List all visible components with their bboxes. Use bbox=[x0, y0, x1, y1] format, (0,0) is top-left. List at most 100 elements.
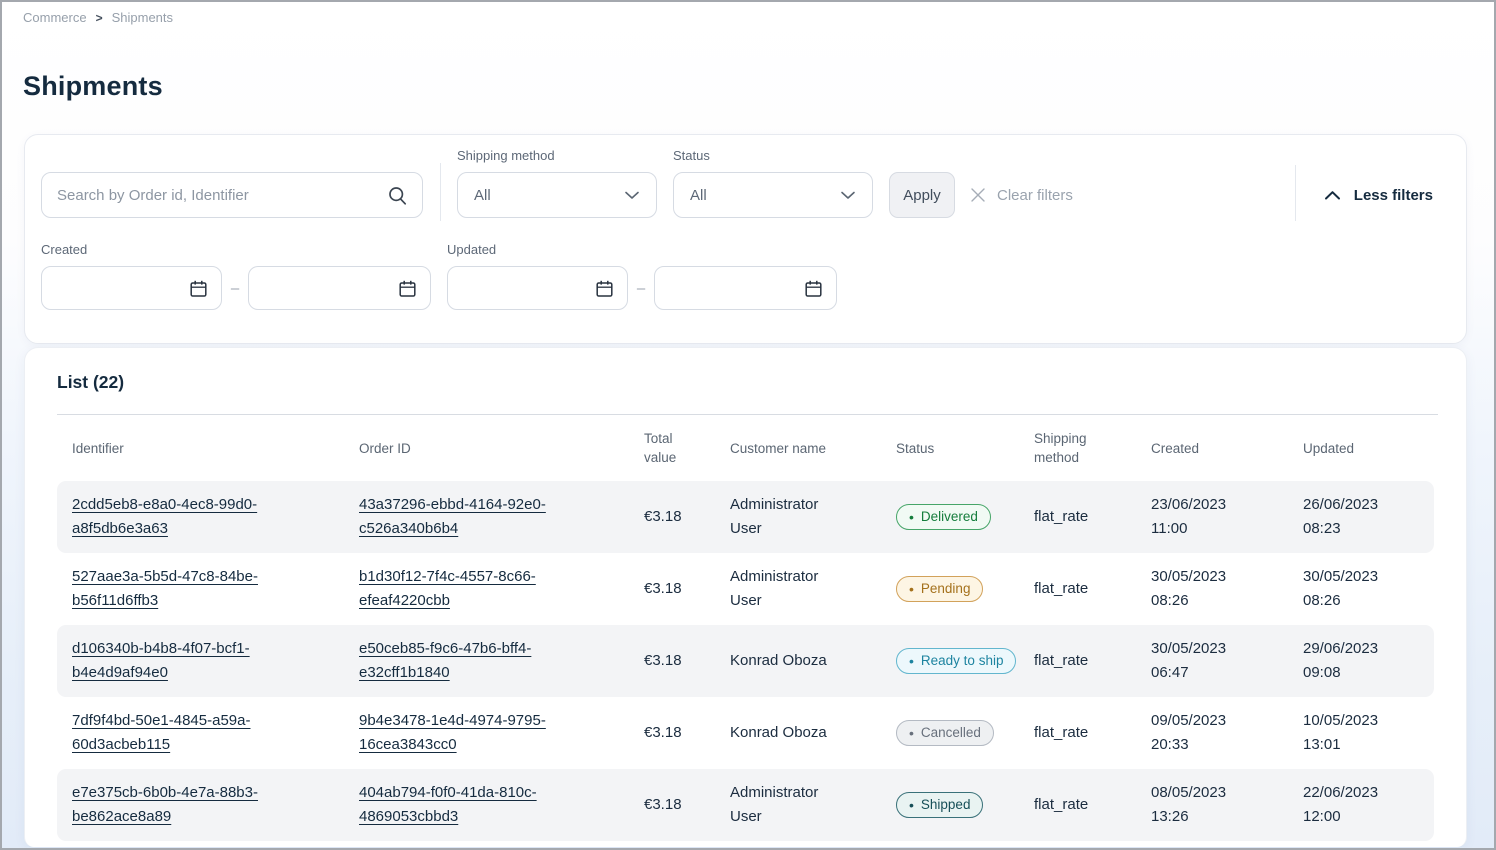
status-badge: • Pending bbox=[896, 576, 983, 602]
status-badge-label: Ready to ship bbox=[921, 649, 1004, 673]
col-updated: Updated bbox=[1303, 439, 1419, 458]
calendar-icon bbox=[398, 279, 417, 298]
created-cell: 23/06/202311:00 bbox=[1151, 493, 1303, 541]
status-select[interactable]: All bbox=[673, 172, 873, 218]
updated-cell: 10/05/202313:01 bbox=[1303, 709, 1419, 757]
table-row[interactable]: 527aae3a-5b5d-47c8-84be-b56f11d6ffb3 b1d… bbox=[57, 553, 1434, 625]
table-row[interactable]: e7e375cb-6b0b-4e7a-88b3-be862ace8a89 404… bbox=[57, 769, 1434, 841]
calendar-icon bbox=[595, 279, 614, 298]
total-value-cell: €3.18 bbox=[644, 577, 730, 601]
order-id-link[interactable]: 9b4e3478-1e4d-4974-9795-16cea3843cc0 bbox=[359, 709, 577, 757]
breadcrumb-separator: > bbox=[96, 11, 103, 25]
breadcrumb-commerce[interactable]: Commerce bbox=[23, 10, 87, 25]
table-row[interactable]: 2cdd5eb8-e8a0-4ec8-99d0-a8f5db6e3a63 43a… bbox=[57, 481, 1434, 553]
calendar-icon bbox=[804, 279, 823, 298]
col-shipping-method: Shipping method bbox=[1034, 429, 1098, 467]
created-cell: 09/05/202320:33 bbox=[1151, 709, 1303, 757]
table-row[interactable]: 7df9f4bd-50e1-4845-a59a-60d3acbeb115 9b4… bbox=[57, 697, 1434, 769]
total-value-cell: €3.18 bbox=[644, 649, 730, 673]
close-icon bbox=[969, 186, 987, 204]
status-dot-icon: • bbox=[909, 654, 914, 668]
created-to-input[interactable] bbox=[248, 266, 431, 310]
col-status: Status bbox=[896, 439, 1034, 458]
created-cell: 30/05/202308:26 bbox=[1151, 565, 1303, 613]
status-badge-label: Pending bbox=[921, 577, 971, 601]
order-id-link[interactable]: e50ceb85-f9c6-47b6-bff4-e32cff1b1840 bbox=[359, 637, 577, 685]
filter-divider bbox=[440, 163, 441, 221]
shipping-method-group: Shipping method All bbox=[457, 148, 657, 218]
identifier-link[interactable]: e7e375cb-6b0b-4e7a-88b3-be862ace8a89 bbox=[72, 781, 290, 829]
shipping-method-cell: flat_rate bbox=[1034, 649, 1151, 673]
status-badge-label: Delivered bbox=[921, 505, 978, 529]
breadcrumb-shipments[interactable]: Shipments bbox=[112, 10, 173, 25]
search-input[interactable] bbox=[57, 187, 387, 204]
status-dot-icon: • bbox=[909, 798, 914, 812]
order-id-link[interactable]: 43a37296-ebbd-4164-92e0-c526a340b6b4 bbox=[359, 493, 577, 541]
page-title: Shipments bbox=[23, 71, 163, 102]
clear-filters-button[interactable]: Clear filters bbox=[969, 172, 1073, 218]
chevron-up-icon bbox=[1324, 190, 1341, 201]
col-order-id: Order ID bbox=[359, 439, 644, 458]
range-separator: – bbox=[628, 280, 654, 297]
total-value-cell: €3.18 bbox=[644, 505, 730, 529]
status-badge: • Shipped bbox=[896, 792, 983, 818]
created-cell: 30/05/202306:47 bbox=[1151, 637, 1303, 685]
filters-row-dates: Created – bbox=[25, 218, 1466, 310]
filter-divider bbox=[1295, 165, 1296, 221]
updated-cell: 26/06/202308:23 bbox=[1303, 493, 1419, 541]
shipping-method-select[interactable]: All bbox=[457, 172, 657, 218]
created-from-input[interactable] bbox=[41, 266, 222, 310]
shipping-method-cell: flat_rate bbox=[1034, 721, 1151, 745]
col-created: Created bbox=[1151, 439, 1303, 458]
updated-cell: 29/06/202309:08 bbox=[1303, 637, 1419, 685]
updated-range-group: Updated – bbox=[447, 242, 837, 310]
total-value-cell: €3.18 bbox=[644, 721, 730, 745]
total-value-cell: €3.18 bbox=[644, 793, 730, 817]
customer-name-cell: Administrator User bbox=[730, 493, 842, 541]
status-dot-icon: • bbox=[909, 726, 914, 740]
shipping-method-cell: flat_rate bbox=[1034, 577, 1151, 601]
identifier-link[interactable]: 7df9f4bd-50e1-4845-a59a-60d3acbeb115 bbox=[72, 709, 290, 757]
shipment-rows: 2cdd5eb8-e8a0-4ec8-99d0-a8f5db6e3a63 43a… bbox=[57, 481, 1434, 841]
shipping-method-cell: flat_rate bbox=[1034, 793, 1151, 817]
status-badge-label: Cancelled bbox=[921, 721, 981, 745]
filters-row-main: Shipping method All Status All bbox=[25, 135, 1466, 218]
less-filters-label: Less filters bbox=[1354, 187, 1433, 204]
apply-button[interactable]: Apply bbox=[889, 172, 955, 218]
col-identifier: Identifier bbox=[72, 439, 359, 458]
clear-filters-label: Clear filters bbox=[997, 187, 1073, 204]
order-id-link[interactable]: b1d30f12-7f4c-4557-8c66-efeaf4220cbb bbox=[359, 565, 577, 613]
status-badge: • Cancelled bbox=[896, 720, 994, 746]
identifier-link[interactable]: d106340b-b4b8-4f07-bcf1-b4e4d9af94e0 bbox=[72, 637, 290, 685]
customer-name-cell: Administrator User bbox=[730, 565, 842, 613]
shipments-page: Commerce > Shipments Shipments bbox=[0, 0, 1496, 850]
status-badge: • Delivered bbox=[896, 504, 991, 530]
identifier-link[interactable]: 527aae3a-5b5d-47c8-84be-b56f11d6ffb3 bbox=[72, 565, 290, 613]
customer-name-cell: Konrad Oboza bbox=[730, 649, 827, 673]
status-badge-label: Shipped bbox=[921, 793, 971, 817]
customer-name-cell: Konrad Oboza bbox=[730, 721, 827, 745]
chevron-down-icon bbox=[840, 190, 856, 200]
range-separator: – bbox=[222, 280, 248, 297]
created-filter-label: Created bbox=[41, 242, 431, 257]
list-title: List (22) bbox=[25, 348, 1466, 393]
filters-panel: Shipping method All Status All bbox=[24, 134, 1467, 344]
search-field[interactable] bbox=[41, 172, 423, 218]
updated-to-input[interactable] bbox=[654, 266, 837, 310]
table-row[interactable]: d106340b-b4b8-4f07-bcf1-b4e4d9af94e0 e50… bbox=[57, 625, 1434, 697]
status-group: Status All bbox=[673, 148, 873, 218]
less-filters-button[interactable]: Less filters bbox=[1324, 172, 1433, 218]
created-cell: 08/05/202313:26 bbox=[1151, 781, 1303, 829]
status-dot-icon: • bbox=[909, 582, 914, 596]
breadcrumb: Commerce > Shipments bbox=[23, 10, 173, 25]
identifier-link[interactable]: 2cdd5eb8-e8a0-4ec8-99d0-a8f5db6e3a63 bbox=[72, 493, 290, 541]
status-badge: • Ready to ship bbox=[896, 648, 1016, 674]
shipping-method-label: Shipping method bbox=[457, 148, 657, 163]
table-header: Identifier Order ID Total value Customer… bbox=[57, 415, 1434, 481]
chevron-down-icon bbox=[624, 190, 640, 200]
shipping-method-value: All bbox=[474, 187, 491, 204]
updated-from-input[interactable] bbox=[447, 266, 628, 310]
order-id-link[interactable]: 404ab794-f0f0-41da-810c-4869053cbbd3 bbox=[359, 781, 577, 829]
updated-cell: 30/05/202308:26 bbox=[1303, 565, 1419, 613]
col-customer-name: Customer name bbox=[730, 439, 896, 458]
